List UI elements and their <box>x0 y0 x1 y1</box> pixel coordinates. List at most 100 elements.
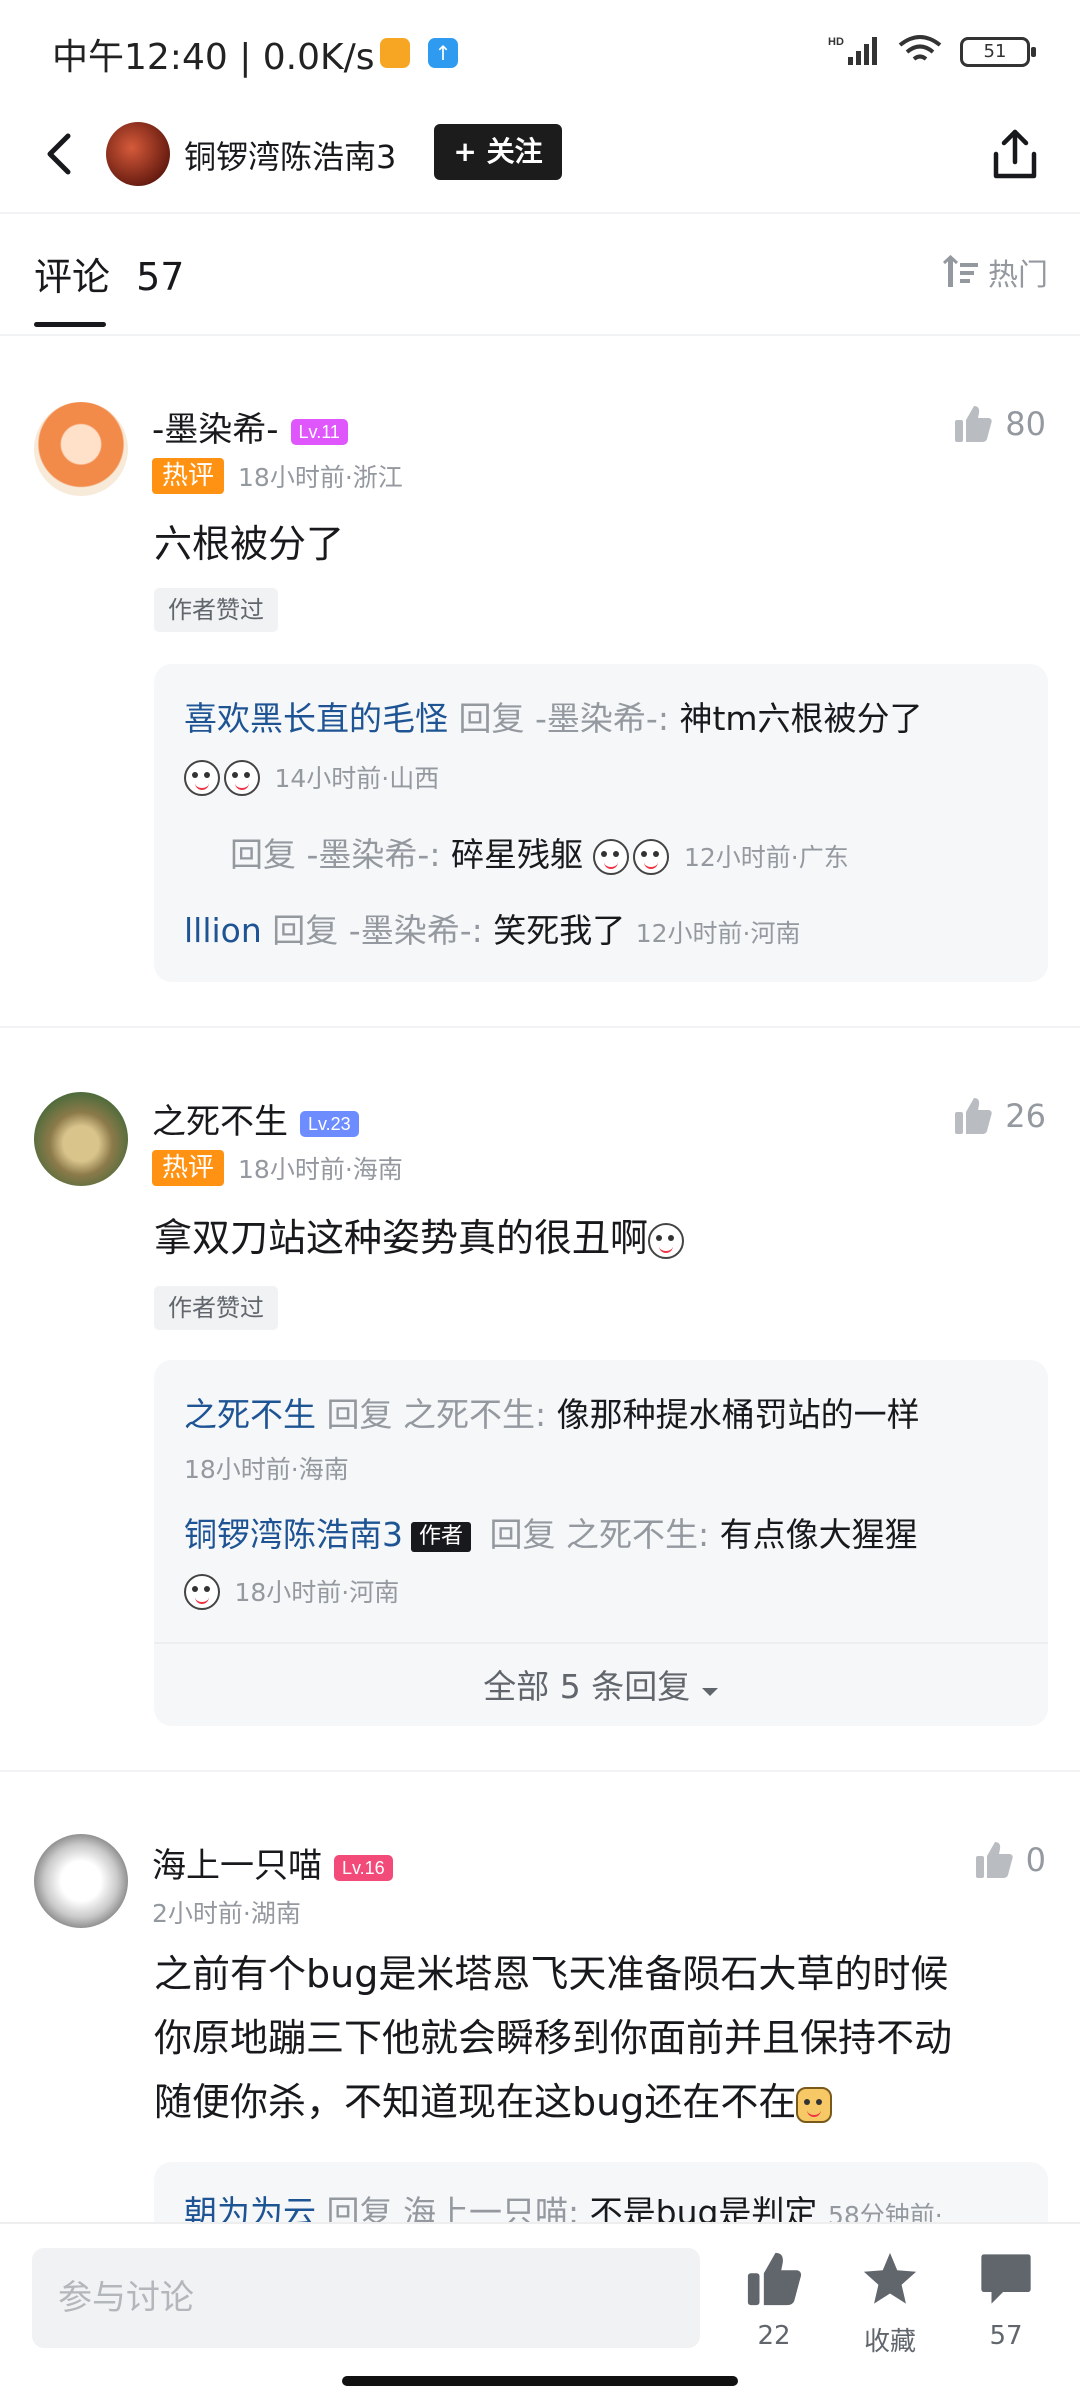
like-count: 80 <box>1005 405 1046 443</box>
like-count: 22 <box>757 2321 791 2351</box>
battery-icon: 51 <box>960 37 1036 67</box>
reply-meta: 18小时前·河南 <box>234 1578 400 1607</box>
reply-text: 有点像大猩猩 <box>719 1515 918 1554</box>
like-button[interactable]: 0 <box>974 1840 1046 1880</box>
emoji-icon <box>224 759 260 796</box>
upload-notification-icon: ↑ <box>428 38 458 68</box>
level-badge: Lv.11 <box>290 418 348 445</box>
all-replies-label: 全部 5 条回复 <box>483 1667 691 1706</box>
tab-comments-count: 57 <box>136 255 185 299</box>
author-avatar[interactable] <box>106 122 170 186</box>
share-button[interactable] <box>982 122 1048 188</box>
reply-target[interactable]: 之死不生: <box>403 1395 546 1434</box>
thumbs-up-icon <box>955 1098 992 1134</box>
back-arrow-icon <box>47 133 71 175</box>
home-indicator[interactable] <box>342 2376 738 2386</box>
comment-bubble-icon <box>981 2254 1031 2304</box>
comment-meta: 2小时前·湖南 <box>152 1894 301 1930</box>
reply-meta: 12小时前·河南 <box>635 919 801 948</box>
signal-icon: HD <box>828 33 880 71</box>
reply-text: 笑死我了 <box>493 911 626 950</box>
thumbs-up-icon <box>955 406 992 442</box>
like-video-button[interactable]: 22 <box>724 2250 824 2351</box>
commenter-avatar[interactable] <box>34 1092 128 1186</box>
reply-box: 喜欢黑长直的毛怪 回复 -墨染希-: 神tm六根被分了 14小时前·山西 回复 … <box>154 664 1048 982</box>
reply-user[interactable]: 朝为为云 <box>184 2193 316 2222</box>
like-count: 0 <box>1025 1841 1046 1879</box>
reply-box: 之死不生 回复 之死不生: 像那种提水桶罚站的一样 18小时前·海南 铜锣湾陈浩… <box>154 1360 1048 1726</box>
comment-item: 之死不生 Lv.23 26 热评 18小时前·海南 拿双刀站这种姿势真的很丑啊 作… <box>0 1028 1080 1768</box>
status-icons: HD 51 <box>828 30 1036 74</box>
reply-target[interactable]: 之死不生: <box>566 1515 709 1554</box>
back-button[interactable] <box>30 122 94 186</box>
reply-text: 像那种提水桶罚站的一样 <box>556 1395 920 1434</box>
commenter-avatar[interactable] <box>34 402 128 496</box>
reply-item[interactable]: 喜欢黑长直的毛怪 回复 -墨染希-: 神tm六根被分了 <box>184 692 923 740</box>
commenter-name[interactable]: 海上一只喵 Lv.16 <box>152 1838 393 1887</box>
reply-item[interactable]: 朝为为云 回复 海上一只喵: 不是bug是判定 58分钟前· <box>184 2186 943 2222</box>
comment-item: 海上一只喵 Lv.16 0 2小时前·湖南 之前有个bug是米塔恩飞天准备陨石大草… <box>0 1772 1080 2222</box>
reply-text: 神tm六根被分了 <box>679 699 923 738</box>
bottom-action-bar: 22 收藏 57 <box>0 2222 1080 2400</box>
reply-user[interactable]: 喜欢黑长直的毛怪 <box>184 699 448 738</box>
commenter-name-text: 之死不生 <box>152 1102 288 1142</box>
reply-user[interactable]: 之死不生 <box>184 1395 316 1434</box>
reply-item[interactable]: 回复 -墨染希-: 碎星残躯 12小时前·广东 <box>230 828 849 876</box>
reply-target[interactable]: -墨染希-: <box>307 835 441 874</box>
reply-word: 回复 <box>458 699 525 738</box>
like-button[interactable]: 80 <box>953 404 1046 444</box>
level-badge: Lv.16 <box>334 1854 393 1881</box>
sort-hot-button[interactable]: 热门 <box>942 250 1048 294</box>
comment-tabs: 评论 57 热门 <box>0 214 1080 334</box>
cat-emoji-icon <box>796 2086 833 2123</box>
reply-target[interactable]: -墨染希-: <box>349 911 483 950</box>
emoji-icon <box>184 1573 220 1610</box>
comment-text: 拿双刀站这种姿势真的很丑啊 <box>154 1206 688 1270</box>
comment-text-line-last: 随便你杀，不知道现在这bug还在不在 <box>154 2070 1054 2134</box>
reply-text: 不是bug是判定 <box>589 2193 818 2222</box>
favorite-label: 收藏 <box>863 2327 916 2357</box>
comments-button[interactable]: 57 <box>956 2250 1056 2351</box>
author-tag: 作者 <box>411 1521 472 1552</box>
reply-user[interactable]: lllion <box>184 911 262 950</box>
reply-meta: 14小时前·山西 <box>274 764 440 793</box>
reply-box: 朝为为云 回复 海上一只喵: 不是bug是判定 58分钟前· <box>154 2162 1048 2222</box>
tab-comments[interactable]: 评论 57 <box>34 246 184 301</box>
reply-item[interactable]: lllion 回复 -墨染希-: 笑死我了 12小时前·河南 <box>184 904 800 952</box>
star-icon <box>863 2252 917 2304</box>
hot-badge: 热评 <box>152 1150 225 1186</box>
reply-item[interactable]: 之死不生 回复 之死不生: 像那种提水桶罚站的一样 <box>184 1388 920 1436</box>
reply-target[interactable]: 海上一只喵: <box>403 2193 579 2222</box>
commenter-name-text: -墨染希- <box>152 410 279 450</box>
emoji-icon <box>593 838 630 875</box>
author-liked-tag: 作者赞过 <box>154 1286 278 1330</box>
follow-button[interactable]: + 关注 <box>434 124 562 180</box>
commenter-name-text: 海上一只喵 <box>152 1846 322 1886</box>
reply-meta: 58分钟前· <box>827 2201 943 2222</box>
commenter-avatar[interactable] <box>34 1834 128 1928</box>
reply-meta: 12小时前·广东 <box>683 843 849 872</box>
view-all-replies-button[interactable]: 全部 5 条回复 <box>154 1660 1048 1708</box>
comment-meta: 热评 18小时前·海南 <box>152 1150 403 1186</box>
status-bar: 中午12:40 | 0.0K/s ↑ HD 51 <box>0 0 1080 100</box>
comment-count: 57 <box>989 2321 1023 2351</box>
header: 铜锣湾陈浩南3 + 关注 <box>0 100 1080 212</box>
commenter-name[interactable]: -墨染希- Lv.11 <box>152 402 348 451</box>
like-button[interactable]: 26 <box>953 1096 1046 1136</box>
discussion-input[interactable] <box>32 2248 700 2348</box>
commenter-name[interactable]: 之死不生 Lv.23 <box>152 1094 359 1143</box>
reply-item[interactable]: 铜锣湾陈浩南3 作者 回复 之死不生: 有点像大猩猩 <box>184 1508 918 1556</box>
reply-meta-row: 14小时前·山西 <box>184 756 439 796</box>
wifi-icon <box>898 33 942 71</box>
tab-comments-label: 评论 <box>34 255 111 299</box>
favorite-button[interactable]: 收藏 <box>840 2250 940 2358</box>
author-name[interactable]: 铜锣湾陈浩南3 <box>184 132 396 178</box>
svg-text:HD: HD <box>828 36 844 48</box>
sort-label: 热门 <box>988 258 1048 293</box>
reply-target[interactable]: -墨染希-: <box>535 699 669 738</box>
reply-meta: 18小时前·海南 <box>184 1455 349 1484</box>
caret-down-icon <box>701 1688 718 1696</box>
reply-user[interactable]: 铜锣湾陈浩南3 <box>184 1515 403 1554</box>
reply-word: 回复 <box>489 1515 556 1554</box>
comment-item: -墨染希- Lv.11 80 热评 18小时前·浙江 六根被分了 作者赞过 喜欢黑… <box>0 336 1080 1026</box>
